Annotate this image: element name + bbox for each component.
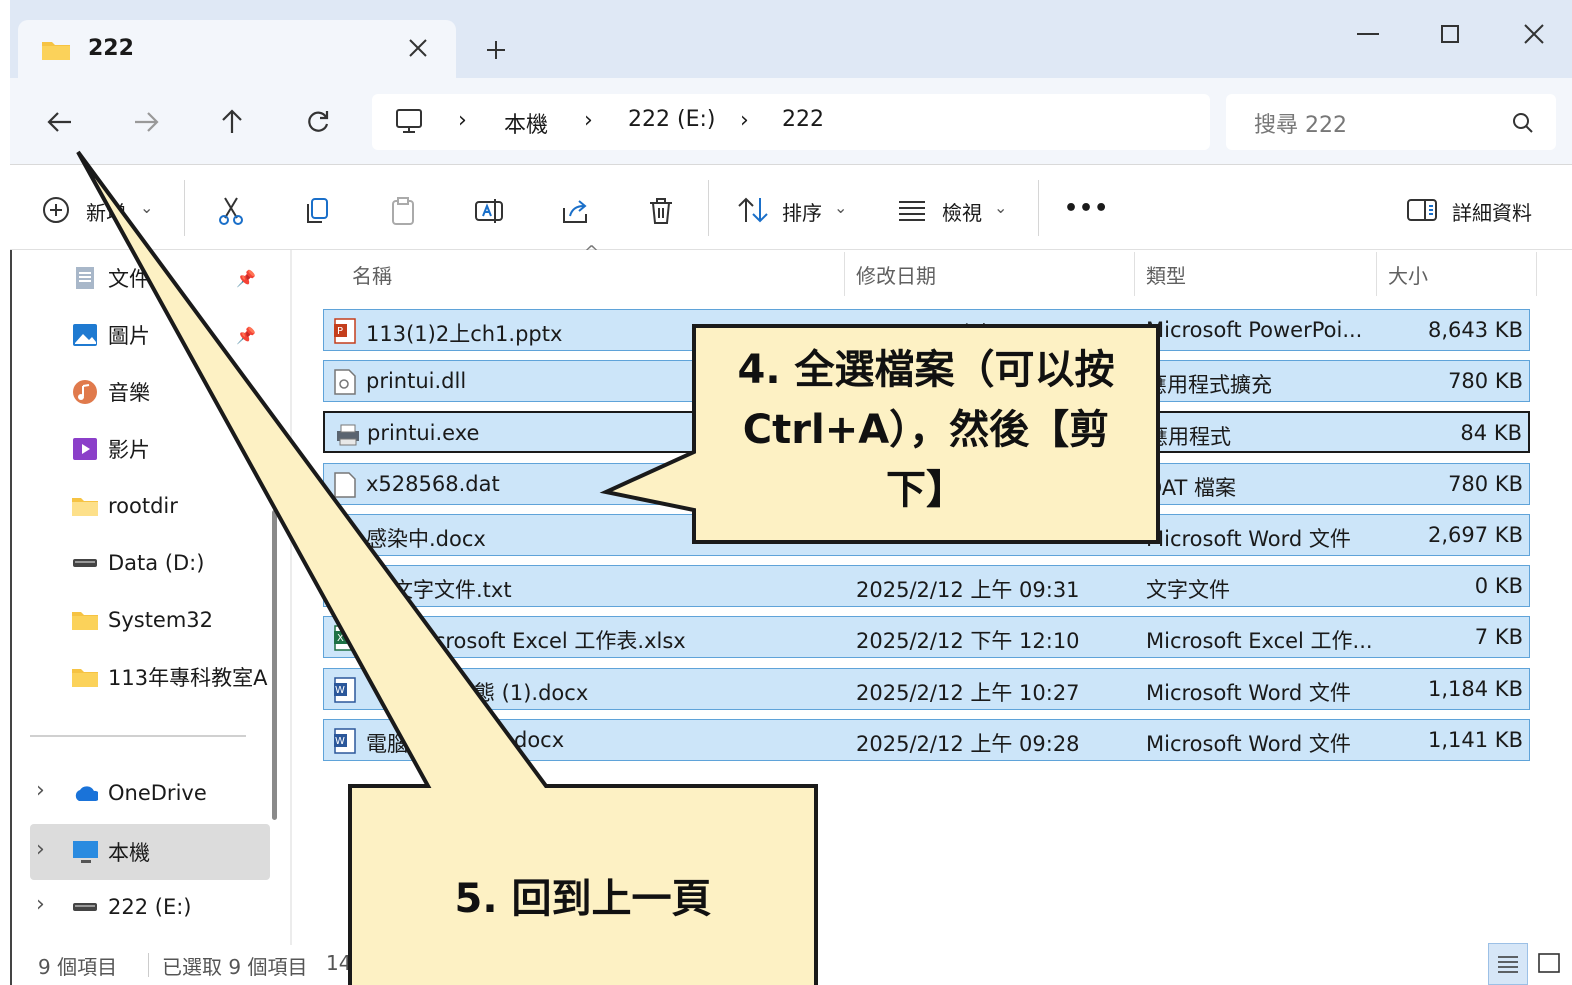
callout-5 — [76, 150, 818, 985]
callout-5-text: 5. 回到上一頁 — [454, 876, 712, 922]
